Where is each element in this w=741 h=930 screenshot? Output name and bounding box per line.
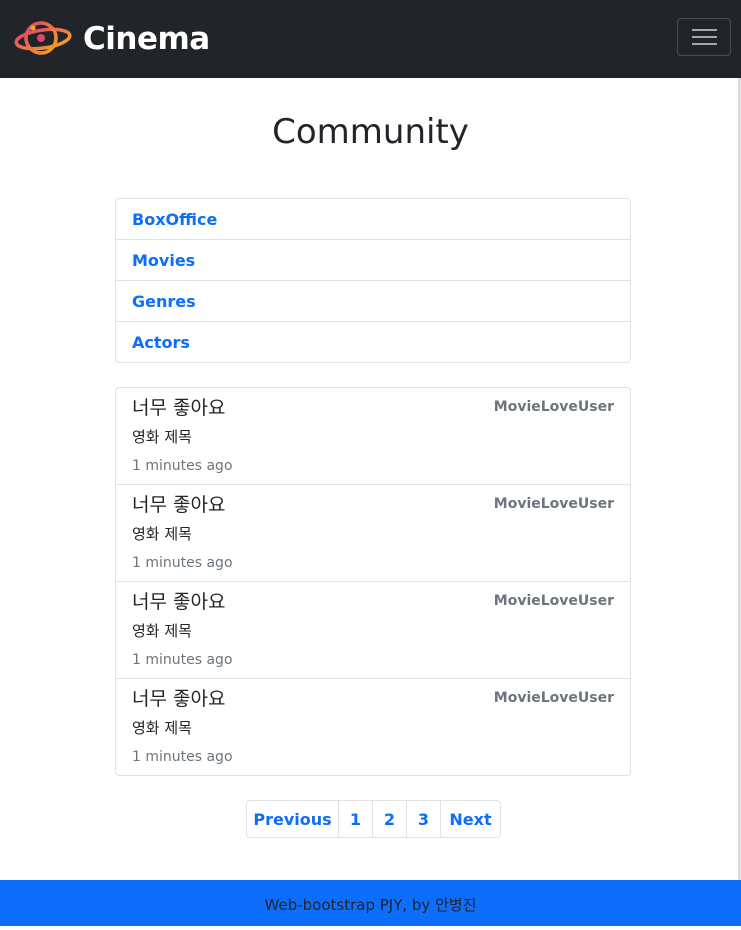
brand-link[interactable]: Cinema	[14, 14, 210, 64]
review-title: 너무 좋아요	[132, 688, 226, 710]
review-timestamp: 1 minutes ago	[132, 555, 233, 571]
footer-text: Web-bootstrap PJY, by 안병진	[264, 896, 477, 914]
review-author: MovieLoveUser	[493, 399, 614, 415]
community-menu: BoxOffice Movies Genres Actors	[115, 198, 631, 363]
pagination-next-button[interactable]: Next	[440, 801, 500, 837]
review-item[interactable]: 너무 좋아요 MovieLoveUser 영화 제목 1 minutes ago	[116, 388, 630, 484]
pagination-page-1[interactable]: 1	[338, 801, 372, 837]
review-author: MovieLoveUser	[493, 690, 614, 706]
navbar-toggler-button[interactable]	[677, 18, 731, 56]
review-item[interactable]: 너무 좋아요 MovieLoveUser 영화 제목 1 minutes ago	[116, 678, 630, 775]
review-item[interactable]: 너무 좋아요 MovieLoveUser 영화 제목 1 minutes ago	[116, 484, 630, 581]
pagination-page-2[interactable]: 2	[372, 801, 406, 837]
planet-logo-icon	[14, 21, 72, 55]
review-movie-title: 영화 제목	[132, 428, 192, 446]
pagination-page-3[interactable]: 3	[406, 801, 440, 837]
review-timestamp: 1 minutes ago	[132, 652, 233, 668]
pagination-previous-button[interactable]: Previous	[247, 801, 338, 837]
navbar: Cinema	[0, 0, 741, 78]
pagination: Previous 1 2 3 Next	[246, 800, 501, 838]
review-timestamp: 1 minutes ago	[132, 458, 233, 474]
review-movie-title: 영화 제목	[132, 719, 192, 737]
menu-item-actors[interactable]: Actors	[116, 321, 630, 362]
review-title: 너무 좋아요	[132, 591, 226, 613]
menu-item-genres[interactable]: Genres	[116, 280, 630, 321]
footer: Web-bootstrap PJY, by 안병진	[0, 880, 741, 926]
menu-item-movies[interactable]: Movies	[116, 239, 630, 280]
review-list: 너무 좋아요 MovieLoveUser 영화 제목 1 minutes ago…	[115, 387, 631, 776]
review-timestamp: 1 minutes ago	[132, 749, 233, 765]
menu-item-boxoffice[interactable]: BoxOffice	[116, 199, 630, 239]
review-item[interactable]: 너무 좋아요 MovieLoveUser 영화 제목 1 minutes ago	[116, 581, 630, 678]
review-movie-title: 영화 제목	[132, 622, 192, 640]
review-movie-title: 영화 제목	[132, 525, 192, 543]
review-title: 너무 좋아요	[132, 494, 226, 516]
review-title: 너무 좋아요	[132, 397, 226, 419]
review-author: MovieLoveUser	[493, 593, 614, 609]
review-author: MovieLoveUser	[493, 496, 614, 512]
brand-name: Cinema	[83, 21, 210, 57]
page-title: Community	[272, 112, 469, 152]
